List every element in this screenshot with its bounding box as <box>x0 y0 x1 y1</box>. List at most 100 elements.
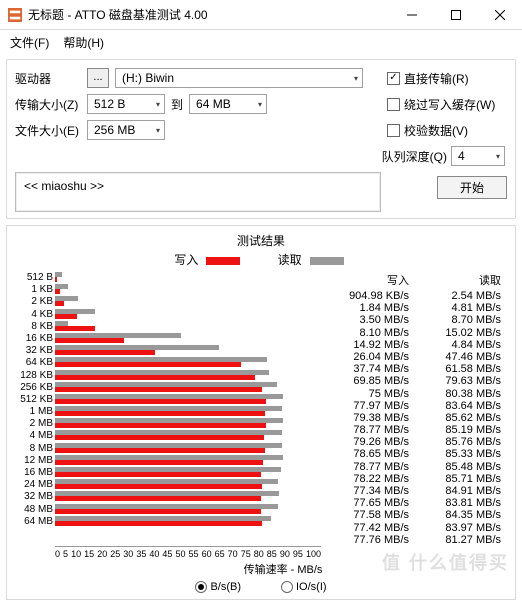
cell-read: 85.76 MB/s <box>419 436 511 448</box>
results-table: 写入 读取 904.98 KB/s2.54 MB/s1.84 MB/s4.81 … <box>321 272 511 546</box>
y-tick-label: 8 MB <box>11 443 53 455</box>
write-bar <box>55 472 261 477</box>
table-row: 14.92 MB/s4.84 MB/s <box>327 339 511 351</box>
x-tick-label: 70 <box>228 549 238 559</box>
filesize-select[interactable]: 256 MB ▾ <box>87 120 165 140</box>
x-tick-label: 40 <box>149 549 159 559</box>
write-bar <box>55 338 124 343</box>
table-row: 78.77 MB/s85.19 MB/s <box>327 424 511 436</box>
results-panel: 测试结果 写入 读取 512 B1 KB2 KB4 KB8 KB16 KB32 … <box>6 225 516 600</box>
y-tick-label: 1 KB <box>11 284 53 296</box>
cell-write: 1.84 MB/s <box>327 302 419 314</box>
cell-read: 85.19 MB/s <box>419 424 511 436</box>
cell-read: 83.97 MB/s <box>419 522 511 534</box>
table-row: 77.34 MB/s84.91 MB/s <box>327 485 511 497</box>
legend-write-swatch <box>206 257 240 265</box>
cell-read: 79.63 MB/s <box>419 375 511 387</box>
bypass-label: 绕过写入缓存(W) <box>404 96 495 113</box>
menu-help[interactable]: 帮助(H) <box>63 34 104 51</box>
drive-value: (H:) Biwin <box>122 71 174 85</box>
chevron-down-icon: ▾ <box>156 100 160 109</box>
xfer-to-select[interactable]: 64 MB ▾ <box>189 94 267 114</box>
y-tick-label: 256 KB <box>11 382 53 394</box>
x-tick-label: 50 <box>175 549 185 559</box>
cell-read: 2.54 MB/s <box>419 290 511 302</box>
x-tick-label: 95 <box>293 549 303 559</box>
write-bar <box>55 411 265 416</box>
table-row: 78.22 MB/s85.71 MB/s <box>327 473 511 485</box>
y-tick-label: 1 MB <box>11 406 53 418</box>
write-bar <box>55 289 60 294</box>
cell-read: 81.27 MB/s <box>419 534 511 546</box>
bar-row: 48 MB <box>55 504 321 516</box>
y-tick-label: 512 KB <box>11 394 53 406</box>
chevron-down-icon: ▾ <box>496 152 500 161</box>
legend-read-swatch <box>310 257 344 265</box>
chart-title: 测试结果 <box>11 232 511 249</box>
window-title: 无标题 - ATTO 磁盘基准测试 4.00 <box>28 6 390 23</box>
cell-read: 80.38 MB/s <box>419 388 511 400</box>
cell-write: 77.65 MB/s <box>327 497 419 509</box>
bar-row: 512 B <box>55 272 321 284</box>
x-tick-label: 85 <box>267 549 277 559</box>
write-bar <box>55 326 95 331</box>
table-row: 1.84 MB/s4.81 MB/s <box>327 302 511 314</box>
minimize-button[interactable] <box>390 0 434 30</box>
cell-write: 8.10 MB/s <box>327 327 419 339</box>
write-bar <box>55 314 77 319</box>
bar-row: 8 MB <box>55 443 321 455</box>
cell-write: 75 MB/s <box>327 388 419 400</box>
qd-select[interactable]: 4 ▾ <box>451 146 505 166</box>
table-row: 77.76 MB/s81.27 MB/s <box>327 534 511 546</box>
cell-read: 84.35 MB/s <box>419 509 511 521</box>
menu-file[interactable]: 文件(F) <box>10 34 49 51</box>
x-tick-label: 90 <box>280 549 290 559</box>
filesize-value: 256 MB <box>94 123 135 137</box>
cell-read: 85.62 MB/s <box>419 412 511 424</box>
col-read: 读取 <box>419 272 511 288</box>
y-tick-label: 2 KB <box>11 296 53 308</box>
filesize-label: 文件大小(E) <box>15 122 81 139</box>
x-tick-label: 35 <box>136 549 146 559</box>
cell-read: 61.58 MB/s <box>419 363 511 375</box>
close-button[interactable] <box>478 0 522 30</box>
xfer-from-select[interactable]: 512 B ▾ <box>87 94 165 114</box>
write-bar <box>55 362 241 367</box>
start-button[interactable]: 开始 <box>437 176 507 199</box>
y-tick-label: 32 MB <box>11 491 53 503</box>
drive-browse-button[interactable]: ... <box>87 68 109 88</box>
legend-read-label: 读取 <box>278 253 302 267</box>
radio-dot-icon <box>281 581 293 593</box>
table-row: 904.98 KB/s2.54 MB/s <box>327 290 511 302</box>
legend-write-label: 写入 <box>174 253 198 267</box>
x-tick-label: 75 <box>241 549 251 559</box>
radio-ios[interactable]: IO/s(I) <box>281 581 327 593</box>
x-tick-label: 60 <box>202 549 212 559</box>
drive-select[interactable]: (H:) Biwin ▾ <box>115 68 363 88</box>
table-row: 79.26 MB/s85.76 MB/s <box>327 436 511 448</box>
direct-checkbox[interactable]: ✓ <box>387 72 400 85</box>
table-row: 77.42 MB/s83.97 MB/s <box>327 522 511 534</box>
bypass-checkbox[interactable] <box>387 98 400 111</box>
description-box[interactable]: << miaoshu >> <box>15 172 381 212</box>
direct-label: 直接传输(R) <box>404 70 469 87</box>
drive-label: 驱动器 <box>15 70 81 87</box>
write-bar <box>55 509 261 514</box>
write-bar <box>55 423 266 428</box>
x-tick-label: 0 <box>55 549 60 559</box>
chevron-down-icon: ▾ <box>156 126 160 135</box>
verify-checkbox[interactable] <box>387 124 400 137</box>
maximize-button[interactable] <box>434 0 478 30</box>
write-bar <box>55 448 265 453</box>
radio-bs[interactable]: B/s(B) <box>195 581 241 593</box>
y-tick-label: 16 MB <box>11 467 53 479</box>
y-tick-label: 128 KB <box>11 370 53 382</box>
x-tick-label: 25 <box>110 549 120 559</box>
verify-label: 校验数据(V) <box>404 122 468 139</box>
bar-row: 1 MB <box>55 406 321 418</box>
cell-write: 14.92 MB/s <box>327 339 419 351</box>
radio-bs-label: B/s(B) <box>210 581 241 593</box>
cell-write: 77.97 MB/s <box>327 400 419 412</box>
y-tick-label: 4 KB <box>11 309 53 321</box>
cell-write: 77.76 MB/s <box>327 534 419 546</box>
